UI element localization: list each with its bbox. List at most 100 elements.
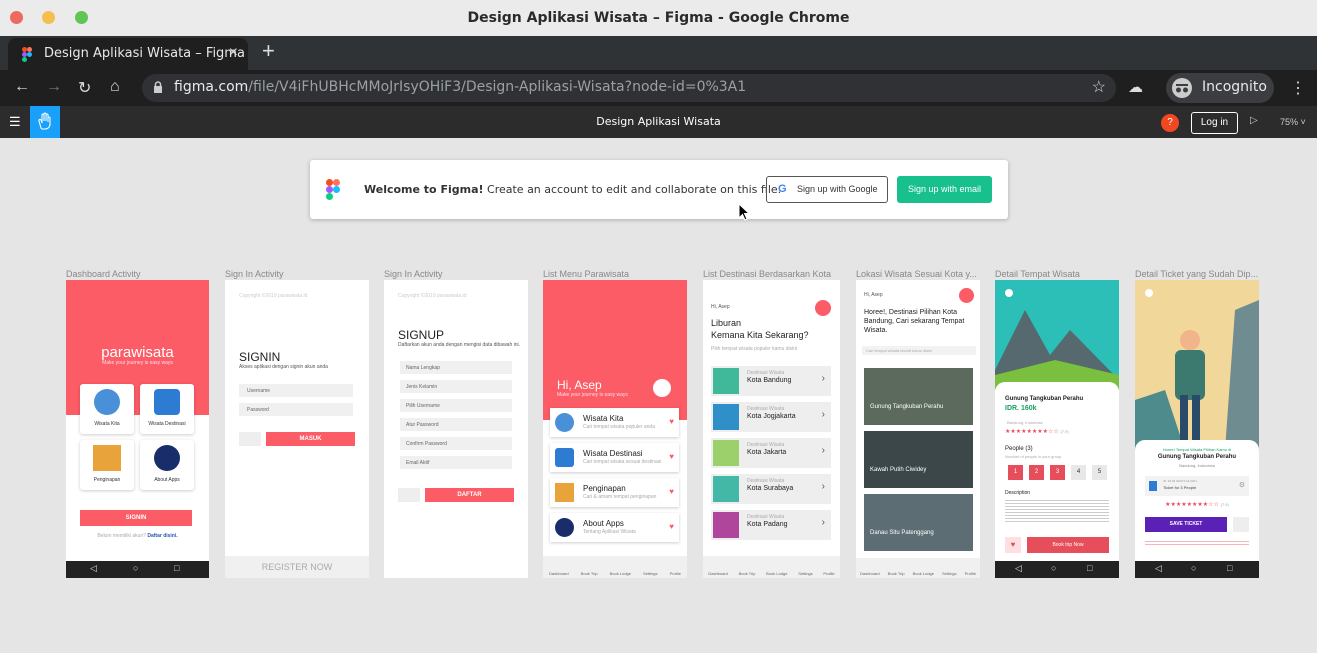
search-field[interactable]: Cari tempat wisata favorit kamu disini <box>862 346 976 355</box>
bookmark-star-icon[interactable]: ☆ <box>1092 77 1106 97</box>
sign-up-google-button[interactable]: G Sign up with Google <box>766 176 888 203</box>
frame-label[interactable]: List Menu Parawisata <box>543 269 693 279</box>
menu-item-about-apps[interactable]: About Apps Tentang Aplikasi Wisata ♥ <box>550 513 679 542</box>
frame-label[interactable]: Sign In Activity <box>384 269 534 279</box>
nav-profile[interactable]: Profile <box>965 571 976 576</box>
tile-wisata-destinasi[interactable]: Wisata Destinasi <box>140 384 194 434</box>
home-icon[interactable]: ⌂ <box>110 78 120 96</box>
nav-book-trip[interactable]: Book Trip <box>581 571 598 576</box>
place-card-tangkuban[interactable]: Gunung Tangkuban Perahu <box>864 368 973 425</box>
field-jenis-kelamin[interactable]: Jenis Kelamin <box>400 380 512 393</box>
place-card-kawah-putih[interactable]: Kawah Putih Ciwidey <box>864 431 973 488</box>
home-nav-icon[interactable]: ○ <box>1191 563 1196 573</box>
book-trip-button[interactable]: Book trip Now <box>1027 537 1109 553</box>
register-now-button[interactable]: REGISTER NOW <box>225 556 369 578</box>
incognito-badge[interactable]: Incognito <box>1166 73 1274 103</box>
browser-tab[interactable]: Design Aplikasi Wisata – Figma × <box>8 38 248 70</box>
save-ticket-button[interactable]: SAVE TICKET <box>1145 517 1227 532</box>
back-nav-icon[interactable]: ◁ <box>1015 563 1022 574</box>
city-card-padang[interactable]: Destinasi Wisata Kota Padang › <box>711 510 831 540</box>
avatar[interactable] <box>815 300 831 316</box>
frame-label[interactable]: List Destinasi Berdasarkan Kota <box>703 269 853 279</box>
gear-icon[interactable]: ⚙ <box>1239 481 1245 489</box>
nav-book-lodge[interactable]: Book Lodge <box>610 571 631 576</box>
back-icon[interactable] <box>1145 289 1153 297</box>
field-nama-lengkap[interactable]: Nama Lengkap <box>400 361 512 374</box>
frame-detail-ticket[interactable]: Horee! Tempat Wisata Pilihan Kamu di Gun… <box>1135 280 1259 578</box>
home-nav-icon[interactable]: ○ <box>133 563 138 573</box>
masuk-button[interactable]: MASUK <box>266 432 355 446</box>
recents-nav-icon[interactable]: □ <box>1227 563 1232 573</box>
people-count-4[interactable]: 4 <box>1071 465 1086 480</box>
back-icon[interactable] <box>1005 289 1013 297</box>
nav-settings[interactable]: Settings <box>643 571 657 576</box>
nav-dashboard[interactable]: Dashboard <box>708 571 728 576</box>
heart-icon[interactable]: ♥ <box>669 487 674 496</box>
nav-book-lodge[interactable]: Book Lodge <box>766 571 787 576</box>
people-count-2[interactable]: 2 <box>1029 465 1044 480</box>
field-password[interactable]: Atur Password <box>400 418 512 431</box>
city-card-surabaya[interactable]: Destinasi Wisata Kota Surabaya › <box>711 474 831 504</box>
new-tab-icon[interactable]: + <box>262 40 275 62</box>
heart-icon[interactable]: ♥ <box>669 452 674 461</box>
city-card-jogjakarta[interactable]: Destinasi Wisata Kota Jogjakarta › <box>711 402 831 432</box>
heart-icon[interactable]: ♥ <box>669 417 674 426</box>
recents-nav-icon[interactable]: □ <box>1087 563 1092 573</box>
nav-settings[interactable]: Settings <box>798 571 812 576</box>
address-bar[interactable]: figma.com/file/V4iFhUBHcMMoJrIsyOHiF3/De… <box>142 74 1116 102</box>
nav-book-trip[interactable]: Book Trip <box>739 571 756 576</box>
frame-list-menu[interactable]: Hi, Asep Make your journey is easy ways … <box>543 280 687 578</box>
forward-icon[interactable]: → <box>46 78 62 96</box>
daftar-button[interactable]: DAFTAR <box>425 488 514 502</box>
nav-book-lodge[interactable]: Book Lodge <box>913 571 934 576</box>
print-icon[interactable] <box>1233 517 1249 532</box>
field-username[interactable]: Pilih Username <box>400 399 512 412</box>
sign-up-email-button[interactable]: Sign up with email <box>897 176 992 203</box>
tile-penginapan[interactable]: Penginapan <box>80 440 134 490</box>
menu-item-penginapan[interactable]: Penginapan Cari & amam tempat penginapan ♥ <box>550 478 679 507</box>
people-count-5[interactable]: 5 <box>1092 465 1107 480</box>
help-icon[interactable]: ? <box>1161 114 1179 132</box>
frame-label[interactable]: Sign In Activity <box>225 269 375 279</box>
frame-dashboard[interactable]: parawisata Make your journey is easy way… <box>66 280 209 578</box>
field-email[interactable]: Email Aktif <box>400 456 512 469</box>
nav-settings[interactable]: Settings <box>942 571 956 576</box>
tab-close-icon[interactable]: × <box>229 44 238 62</box>
people-count-1[interactable]: 1 <box>1008 465 1023 480</box>
home-nav-icon[interactable]: ○ <box>1051 563 1056 573</box>
frame-label[interactable]: Detail Ticket yang Sudah Dip... <box>1135 269 1259 279</box>
extension-icon[interactable]: ☁ <box>1128 78 1143 96</box>
password-field[interactable]: Password <box>239 403 353 416</box>
frame-label[interactable]: Dashboard Activity <box>66 269 216 279</box>
frame-list-destinasi[interactable]: Hi, Asep Liburan Kemana Kita Sekarang? P… <box>703 280 840 578</box>
place-card-situ-patenggang[interactable]: Danau Situ Patenggang <box>864 494 973 551</box>
tile-wisata-kita[interactable]: Wisata Kita <box>80 384 134 434</box>
heart-icon[interactable]: ♥ <box>669 522 674 531</box>
back-nav-icon[interactable]: ◁ <box>1155 563 1162 574</box>
menu-item-wisata-destinasi[interactable]: Wisata Destinasi Cari tempat wisata sesua… <box>550 443 679 472</box>
back-nav-icon[interactable]: ◁ <box>90 563 97 574</box>
frame-lokasi-wisata[interactable]: Hi, Asep Horee!, Destinasi Pilihan Kota … <box>856 280 980 578</box>
login-button[interactable]: Log in <box>1191 112 1238 134</box>
people-count-3[interactable]: 3 <box>1050 465 1065 480</box>
reload-icon[interactable]: ↻ <box>78 78 91 98</box>
frame-signup[interactable]: Copyright ©2019 parawisata.id SIGNUP Daf… <box>384 280 528 578</box>
nav-profile[interactable]: Profile <box>823 571 834 576</box>
zoom-level[interactable]: 75% ˅ <box>1280 117 1306 127</box>
city-card-jakarta[interactable]: Destinasi Wisata Kota Jakarta › <box>711 438 831 468</box>
username-field[interactable]: Username <box>239 384 353 397</box>
nav-book-trip[interactable]: Book Trip <box>888 571 905 576</box>
nav-dashboard[interactable]: Dashboard <box>860 571 880 576</box>
back-button[interactable] <box>239 432 261 446</box>
city-card-bandung[interactable]: Destinasi Wisata Kota Bandung › <box>711 366 831 396</box>
heart-icon[interactable]: ♥ <box>1005 537 1021 553</box>
field-confirm-password[interactable]: Confirm Password <box>400 437 512 450</box>
nav-dashboard[interactable]: Dashboard <box>549 571 569 576</box>
frame-label[interactable]: Lokasi Wisata Sesuai Kota y... <box>856 269 976 279</box>
nav-profile[interactable]: Profile <box>670 571 681 576</box>
menu-item-wisata-kita[interactable]: Wisata Kita Cari tempat wisata populer an… <box>550 408 679 437</box>
back-icon[interactable]: ← <box>14 78 30 96</box>
back-button[interactable] <box>398 488 420 502</box>
browser-menu-icon[interactable]: ⋮ <box>1290 78 1306 98</box>
frame-signin[interactable]: Copyright ©2019 parawisata.id SIGNIN Aks… <box>225 280 369 578</box>
